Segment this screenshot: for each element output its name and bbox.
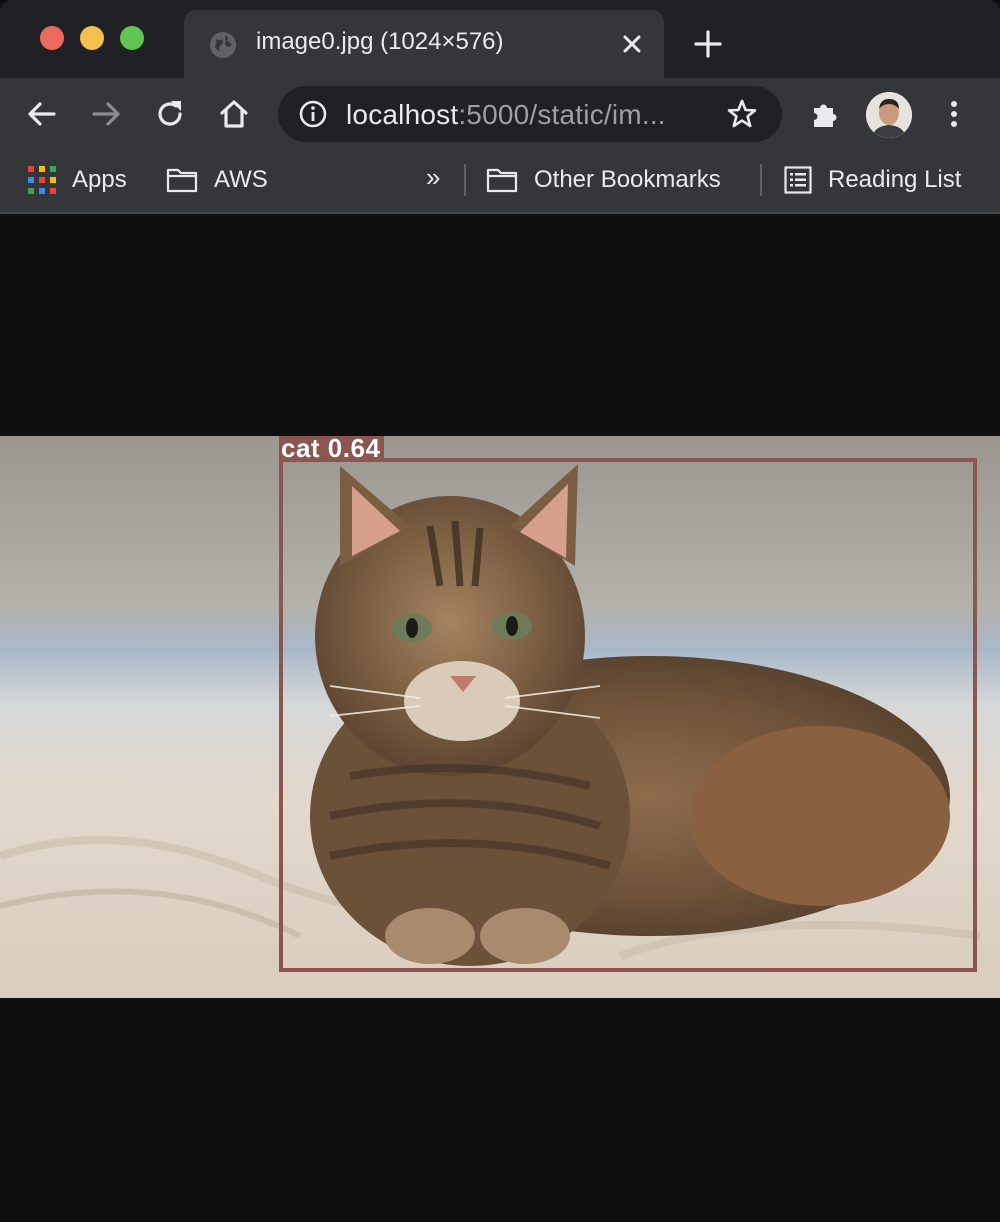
reading-list-label: Reading List: [828, 166, 962, 193]
profile-photo-icon: [866, 92, 912, 138]
bookmarks-overflow-chevron[interactable]: »: [426, 162, 440, 193]
toolbar: localhost:5000/static/im...: [0, 78, 1000, 150]
star-icon[interactable]: [726, 98, 758, 130]
address-bar[interactable]: localhost:5000/static/im...: [278, 86, 782, 142]
extensions-puzzle-icon[interactable]: [808, 96, 844, 132]
reading-list-button[interactable]: Reading List: [784, 162, 961, 198]
folder-icon: [166, 168, 198, 193]
folder-icon: [486, 168, 518, 193]
browser-window: image0.jpg (1024×576) localhost:5000/sta…: [0, 0, 1000, 1222]
bookmark-folder-aws[interactable]: AWS: [166, 162, 268, 198]
home-icon[interactable]: [216, 96, 252, 132]
detection-bounding-box: [279, 458, 977, 972]
forward-arrow-icon[interactable]: [88, 96, 124, 132]
profile-avatar[interactable]: [866, 92, 912, 138]
page-content: cat 0.64: [0, 216, 1000, 1222]
close-window-button[interactable]: [40, 26, 64, 50]
minimize-window-button[interactable]: [80, 26, 104, 50]
bookmark-aws-label: AWS: [214, 166, 268, 193]
bookmarks-bar: Apps AWS » Other Bookmarks Reading List: [0, 150, 1000, 214]
tab-image0[interactable]: image0.jpg (1024×576): [184, 10, 664, 78]
tab-title: image0.jpg (1024×576): [256, 28, 504, 55]
detection-label: cat 0.64: [279, 436, 385, 461]
url-path: :5000/static/im...: [458, 99, 666, 130]
globe-icon: [210, 32, 236, 58]
url-text[interactable]: localhost:5000/static/im...: [346, 99, 666, 131]
back-arrow-icon[interactable]: [24, 96, 60, 132]
bookmark-apps-label: Apps: [72, 166, 127, 193]
bookmark-apps[interactable]: Apps: [28, 162, 127, 198]
info-icon[interactable]: [298, 99, 328, 129]
reading-list-icon: [784, 166, 812, 194]
apps-grid-icon: [28, 166, 56, 194]
bookmark-folder-other[interactable]: Other Bookmarks: [486, 162, 721, 198]
kebab-menu-icon[interactable]: [936, 96, 972, 132]
url-host: localhost: [346, 99, 459, 130]
close-tab-icon[interactable]: [618, 30, 646, 58]
tab-strip: image0.jpg (1024×576): [0, 0, 1000, 78]
zoom-window-button[interactable]: [120, 26, 144, 50]
bookmark-other-label: Other Bookmarks: [534, 166, 721, 193]
new-tab-icon[interactable]: [692, 28, 724, 60]
detection-image: cat 0.64: [0, 436, 1000, 998]
reload-icon[interactable]: [152, 96, 188, 132]
bookmarks-divider: [464, 164, 466, 196]
bookmarks-divider: [760, 164, 762, 196]
